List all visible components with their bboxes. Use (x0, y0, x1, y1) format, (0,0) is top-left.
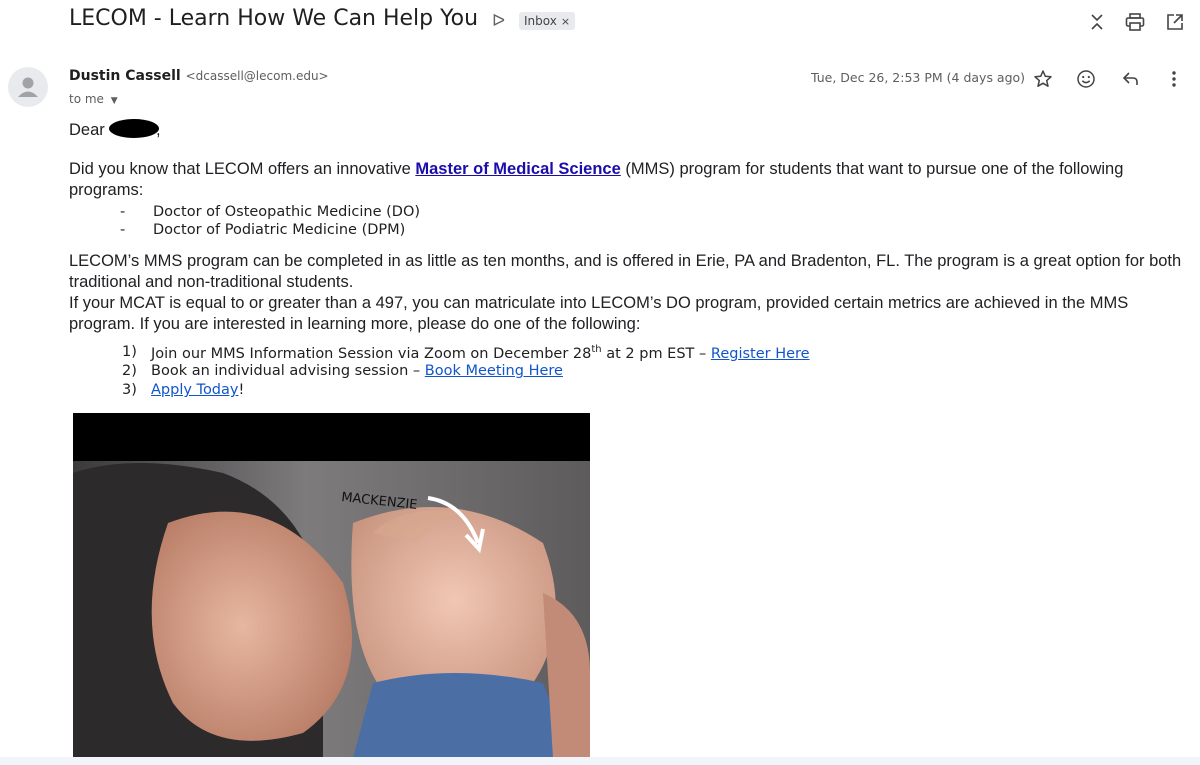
reply-icon[interactable] (1118, 66, 1144, 92)
apply-today-link[interactable]: Apply Today (151, 382, 238, 398)
popout-svg (1167, 14, 1183, 30)
ordinal-suffix: th (591, 344, 602, 355)
reply-svg (1122, 72, 1138, 85)
more-svg (1172, 71, 1176, 87)
step-number: 3) (122, 382, 137, 398)
book-meeting-link[interactable]: Book Meeting Here (425, 363, 563, 379)
emoji-svg (1077, 70, 1095, 88)
redacted-name (109, 119, 159, 138)
print-svg (1125, 13, 1145, 31)
step-number: 1) (122, 344, 137, 360)
greeting-comma: , (156, 121, 161, 139)
program-dpm: Doctor of Podiatric Medicine (DPM) (153, 222, 406, 238)
print-icon[interactable] (1121, 8, 1149, 36)
sender-name: Dustin Cassell (69, 68, 181, 84)
sender-email: <dcassell@lecom.edu> (185, 69, 329, 83)
mms-description-paragraph: LECOM’s MMS program can be completed in … (69, 252, 1182, 291)
mcat-paragraph: If your MCAT is equal to or greater than… (69, 294, 1129, 333)
star-icon[interactable] (1030, 66, 1056, 92)
chevron-down-icon: ▼ (110, 96, 118, 106)
bottom-strip (0, 757, 1200, 765)
emoji-react-icon[interactable] (1073, 66, 1099, 92)
sender-avatar[interactable] (8, 67, 48, 107)
step-punct: ! (238, 382, 245, 398)
step-text: Book an individual advising session – (151, 363, 425, 379)
greeting: Dear (69, 121, 105, 139)
bullet-marker: - (120, 222, 126, 238)
open-new-window-icon[interactable] (1161, 8, 1189, 36)
step-text-2: at 2 pm EST – (601, 345, 711, 362)
sender[interactable]: Dustin Cassell <dcassell@lecom.edu> (69, 68, 329, 84)
program-do: Doctor of Osteopathic Medicine (DO) (153, 204, 421, 220)
bullet-marker: - (120, 204, 126, 220)
step-apply: Apply Today! (151, 382, 244, 398)
inbox-label-chip[interactable]: Inbox × (519, 12, 576, 30)
email-date: Tue, Dec 26, 2:53 PM (4 days ago) (811, 70, 1026, 85)
step-advising: Book an individual advising session – Bo… (151, 363, 563, 379)
importance-marker-icon[interactable]: ᐅ (492, 11, 505, 31)
photo-mother-baby: MACKENZIE (73, 413, 590, 758)
mms-link[interactable]: Master of Medical Science (415, 160, 620, 178)
intro-paragraph: Did you know that LECOM offers an innova… (69, 159, 1159, 201)
intro-text-1: Did you know that LECOM offers an innova… (69, 160, 416, 178)
step-text: Join our MMS Information Session via Zoo… (151, 345, 592, 362)
email-photo: MACKENZIE (73, 413, 590, 758)
recipient-text: to me (69, 92, 104, 106)
star-svg (1034, 70, 1052, 87)
remove-label-icon[interactable]: × (561, 15, 570, 28)
label-text: Inbox (524, 14, 557, 28)
step-info-session: Join our MMS Information Session via Zoo… (151, 344, 810, 362)
avatar-person-icon (18, 77, 38, 97)
more-vert-icon[interactable] (1161, 66, 1187, 92)
expand-collapse-svg (1091, 14, 1103, 30)
email-subject: LECOM - Learn How We Can Help You (69, 6, 479, 31)
recipient-details-toggle[interactable]: to me ▼ (69, 92, 118, 106)
register-here-link[interactable]: Register Here (711, 346, 810, 362)
step-number: 2) (122, 363, 137, 379)
expand-collapse-icon[interactable] (1083, 8, 1111, 36)
